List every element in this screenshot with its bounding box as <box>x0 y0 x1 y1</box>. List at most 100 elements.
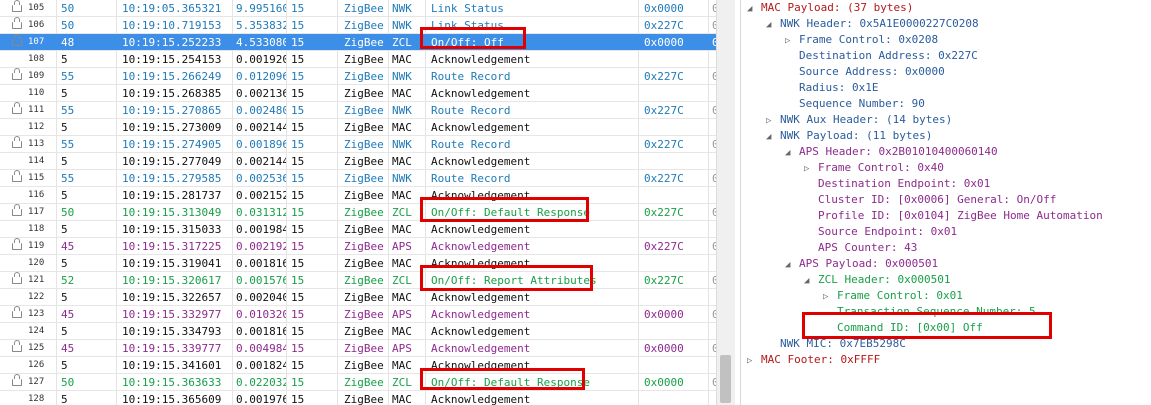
packet-row[interactable]: 128 5 10:19:15.365609 0.001976 15 ZigBee MAC Ac… <box>0 391 716 405</box>
packet-cell-len: 45 <box>61 308 75 321</box>
packet-cell-delta: 0.001576 <box>236 274 286 287</box>
lock-icon <box>12 136 22 153</box>
collapsed-arrow-icon[interactable]: ▷ <box>823 289 837 305</box>
packet-cell-time: 10:19:15.274905 <box>122 138 222 151</box>
tree-node[interactable]: ▷ NWK Aux Header: (14 bytes) <box>766 112 952 128</box>
packet-row[interactable]: 118 5 10:19:15.315033 0.001984 15 ZigBee MAC Ac… <box>0 221 716 238</box>
packet-row[interactable]: 120 5 10:19:15.319041 0.001816 15 ZigBee MAC Ac… <box>0 255 716 272</box>
tree-node[interactable]: ◢ APS Payload: 0x000501 <box>785 256 938 272</box>
collapsed-arrow-icon[interactable]: ▷ <box>785 33 799 49</box>
expanded-arrow-icon[interactable]: ◢ <box>804 273 818 289</box>
tree-node[interactable]: ▷ Frame Control: 0x01 <box>823 288 963 304</box>
packet-list-scrollbar[interactable] <box>716 0 735 405</box>
packet-row[interactable]: 105 50 10:19:05.365321 9.995160 15 ZigBee NWK L… <box>0 0 716 17</box>
packet-row[interactable]: 125 45 10:19:15.339777 0.004984 15 ZigBee APS A… <box>0 340 716 357</box>
collapsed-arrow-icon[interactable]: ▷ <box>804 161 818 177</box>
packet-cell-delta: 0.010320 <box>236 308 286 321</box>
packet-cell-no: 108 <box>28 54 45 64</box>
packet-row[interactable]: 121 52 10:19:15.320617 0.001576 15 ZigBee ZCL O… <box>0 272 716 289</box>
expanded-arrow-icon[interactable]: ◢ <box>785 257 799 273</box>
packet-row[interactable]: 124 5 10:19:15.334793 0.001816 15 ZigBee MAC Ac… <box>0 323 716 340</box>
tree-node[interactable]: Destination Address: 0x227C <box>785 48 978 64</box>
tree-node-label: MAC Payload: (37 bytes) <box>761 1 914 14</box>
packet-cell-proto: ZigBee <box>344 223 384 236</box>
packet-row[interactable]: 122 5 10:19:15.322657 0.002040 15 ZigBee MAC Ac… <box>0 289 716 306</box>
packet-cell-delta: 0.002192 <box>236 240 286 253</box>
tree-node-label: Command ID: [0x00] Off <box>837 321 983 334</box>
tree-node-label: Radius: 0x1E <box>799 81 879 94</box>
packet-row[interactable]: 116 5 10:19:15.281737 0.002152 15 ZigBee MAC Ac… <box>0 187 716 204</box>
packet-row[interactable]: 123 45 10:19:15.332977 0.010320 15 ZigBee APS A… <box>0 306 716 323</box>
packet-cell-len: 55 <box>61 70 75 83</box>
packet-cell-len: 5 <box>61 155 68 168</box>
tree-node[interactable]: Sequence Number: 90 <box>785 96 925 112</box>
packet-row[interactable]: 108 5 10:19:15.254153 0.001920 15 ZigBee MAC Ac… <box>0 51 716 68</box>
tree-node[interactable]: ◢ NWK Header: 0x5A1E0000227C0208 <box>766 16 979 32</box>
tree-node[interactable]: ◢ NWK Payload: (11 bytes) <box>766 128 932 144</box>
packet-row[interactable]: 111 55 10:19:15.270865 0.002480 15 ZigBee NWK R… <box>0 102 716 119</box>
packet-cell-layer: NWK <box>392 2 412 15</box>
packet-row[interactable]: 106 50 10:19:10.719153 5.353832 15 ZigBee NWK L… <box>0 17 716 34</box>
tree-node[interactable]: Source Endpoint: 0x01 <box>804 224 957 240</box>
expanded-arrow-icon[interactable]: ◢ <box>747 1 761 17</box>
tree-node[interactable]: Transaction Sequence Number: 5 <box>823 304 1036 320</box>
tree-node-label: NWK Payload: (11 bytes) <box>780 129 933 142</box>
tree-node[interactable]: Profile ID: [0x0104] ZigBee Home Automat… <box>804 208 1103 224</box>
tree-node[interactable]: NWK MIC: 0x7EB5298C <box>766 336 906 352</box>
tree-node[interactable]: Cluster ID: [0x0006] General: On/Off <box>804 192 1056 208</box>
packet-detail-tree[interactable]: ◢ MAC Payload: (37 bytes) ◢ NWK Header: 0x5… <box>740 0 1151 405</box>
packet-cell-proto: ZigBee <box>344 274 384 287</box>
packet-cell-delta: 0.012096 <box>236 70 286 83</box>
packet-cell-len: 5 <box>61 53 68 66</box>
collapsed-arrow-icon[interactable]: ▷ <box>747 353 761 369</box>
packet-cell-len: 5 <box>61 121 68 134</box>
packet-list-pane[interactable]: 105 50 10:19:05.365321 9.995160 15 ZigBee NWK L… <box>0 0 735 405</box>
packet-cell-addr: 0x227C <box>644 240 684 253</box>
packet-cell-layer: ZCL <box>392 206 412 219</box>
collapsed-arrow-icon[interactable]: ▷ <box>766 113 780 129</box>
packet-cell-no: 125 <box>28 343 45 353</box>
tree-node[interactable]: ◢ ZCL Header: 0x000501 <box>804 272 950 288</box>
tree-node[interactable]: Source Address: 0x0000 <box>785 64 945 80</box>
packet-cell-no: 120 <box>28 258 45 268</box>
packet-row[interactable]: 112 5 10:19:15.273009 0.002144 15 ZigBee MAC Ac… <box>0 119 716 136</box>
packet-cell-no: 110 <box>28 88 45 98</box>
packet-cell-q: 15 <box>291 53 305 66</box>
packet-cell-len: 50 <box>61 376 75 389</box>
packet-cell-proto: ZigBee <box>344 206 384 219</box>
packet-row[interactable]: 109 55 10:19:15.266249 0.012096 15 ZigBee NWK R… <box>0 68 716 85</box>
packet-cell-len: 5 <box>61 291 68 304</box>
tree-node[interactable]: ◢ APS Header: 0x2B01010400060140 <box>785 144 998 160</box>
tree-node[interactable]: Command ID: [0x00] Off <box>823 320 983 336</box>
packet-row[interactable]: 127 50 10:19:15.363633 0.022032 15 ZigBee ZCL O… <box>0 374 716 391</box>
packet-cell-layer: MAC <box>392 53 412 66</box>
packet-cell-layer: ZCL <box>392 274 412 287</box>
packet-row[interactable]: 117 50 10:19:15.313049 0.031312 15 ZigBee ZCL O… <box>0 204 716 221</box>
packet-cell-no: 122 <box>28 292 45 302</box>
expanded-arrow-icon[interactable]: ◢ <box>785 145 799 161</box>
packet-row[interactable]: 107 48 10:19:15.252233 4.533080 15 ZigBee ZCL O… <box>0 34 716 51</box>
tree-node[interactable]: ▷ Frame Control: 0x0208 <box>785 32 938 48</box>
packet-cell-layer: NWK <box>392 104 412 117</box>
packet-cell-q: 15 <box>291 376 305 389</box>
tree-node[interactable]: Radius: 0x1E <box>785 80 878 96</box>
tree-node[interactable]: APS Counter: 43 <box>804 240 917 256</box>
packet-cell-time: 10:19:15.339777 <box>122 342 222 355</box>
packet-row[interactable]: 115 55 10:19:15.279585 0.002536 15 ZigBee NWK R… <box>0 170 716 187</box>
packet-row[interactable]: 114 5 10:19:15.277049 0.002144 15 ZigBee MAC Ac… <box>0 153 716 170</box>
expanded-arrow-icon[interactable]: ◢ <box>766 129 780 145</box>
packet-cell-addr: 0x0000 <box>644 36 684 49</box>
packet-row[interactable]: 113 55 10:19:15.274905 0.001896 15 ZigBee NWK R… <box>0 136 716 153</box>
scrollbar-thumb[interactable] <box>720 355 731 403</box>
packet-row[interactable]: 126 5 10:19:15.341601 0.001824 15 ZigBee MAC Ac… <box>0 357 716 374</box>
tree-node[interactable]: ▷ Frame Control: 0x40 <box>804 160 944 176</box>
packet-cell-delta: 0.002144 <box>236 121 286 134</box>
tree-node[interactable]: Destination Endpoint: 0x01 <box>804 176 990 192</box>
packet-cell-delta: 0.004984 <box>236 342 286 355</box>
packet-row[interactable]: 110 5 10:19:15.268385 0.002136 15 ZigBee MAC Ac… <box>0 85 716 102</box>
expanded-arrow-icon[interactable]: ◢ <box>766 17 780 33</box>
packet-row[interactable]: 119 45 10:19:15.317225 0.002192 15 ZigBee APS A… <box>0 238 716 255</box>
packet-cell-layer: NWK <box>392 138 412 151</box>
tree-node[interactable]: ◢ MAC Payload: (37 bytes) <box>747 0 913 16</box>
tree-node[interactable]: ▷ MAC Footer: 0xFFFF <box>747 352 880 368</box>
